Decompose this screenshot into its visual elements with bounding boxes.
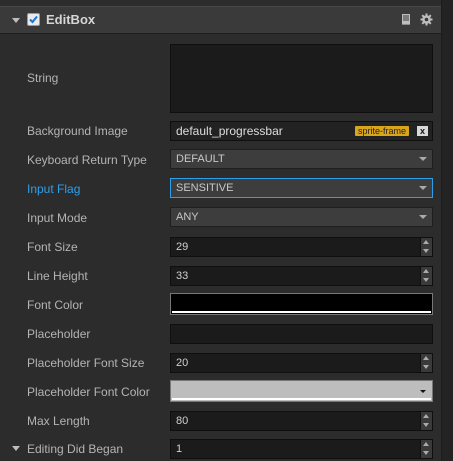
placeholder-font-color-swatch[interactable] [170,380,433,402]
placeholder-font-size-value: 20 [176,357,189,369]
max-length-label: Max Length [27,414,90,428]
placeholder-font-color-label: Placeholder Font Color [27,385,150,399]
input-mode-value: ANY [176,211,199,223]
background-image-asset-field[interactable]: default_progressbar sprite-frame x [170,121,433,141]
stepper-up-icon[interactable] [423,356,429,360]
placeholder-font-size-label: Placeholder Font Size [27,356,145,370]
stepper-up-icon[interactable] [423,240,429,244]
enabled-checkbox[interactable] [27,13,40,26]
chevron-down-icon [420,390,426,393]
collapse-arrow-icon[interactable] [12,18,20,23]
stepper-down-icon[interactable] [423,451,429,455]
stepper-up-icon[interactable] [423,414,429,418]
component-header[interactable]: EditBox [0,6,441,34]
gear-icon[interactable] [420,13,433,29]
expand-arrow-icon[interactable] [12,446,20,451]
font-color-swatch[interactable] [170,293,433,315]
background-image-value: default_progressbar [176,124,283,138]
max-length-value: 80 [176,415,189,427]
keyboard-return-type-label: Keyboard Return Type [27,153,147,167]
vertical-scrollbar[interactable] [441,0,453,461]
placeholder-input[interactable] [170,324,433,344]
background-image-label: Background Image [27,124,128,138]
chevron-down-icon [419,186,427,190]
string-label: String [27,71,59,85]
alpha-bar [172,311,431,313]
input-flag-value: SENSITIVE [176,182,234,194]
editing-did-began-value: 1 [176,443,183,455]
input-flag-label: Input Flag [27,182,81,196]
keyboard-return-type-value: DEFAULT [176,153,225,165]
inspector-panel: EditBox String Background Image default_… [0,0,441,461]
stepper-down-icon[interactable] [423,278,429,282]
placeholder-font-size-stepper[interactable] [420,354,432,372]
help-book-icon[interactable] [400,13,412,29]
string-textarea[interactable] [170,44,433,113]
stepper-down-icon[interactable] [423,249,429,253]
editing-did-began-label: Editing Did Began [27,442,124,456]
font-color-label: Font Color [27,298,84,312]
keyboard-return-type-select[interactable]: DEFAULT [170,149,433,169]
line-height-value: 33 [176,270,189,282]
chevron-down-icon [419,157,427,161]
component-title: EditBox [46,12,96,27]
max-length-stepper[interactable] [420,412,432,430]
alpha-bar [172,398,431,400]
stepper-down-icon[interactable] [423,365,429,369]
font-size-value: 29 [176,241,189,253]
placeholder-font-size-input[interactable]: 20 [170,353,433,373]
chevron-down-icon [419,215,427,219]
stepper-up-icon[interactable] [423,269,429,273]
input-mode-select[interactable]: ANY [170,207,433,227]
input-flag-select[interactable]: SENSITIVE [170,178,433,198]
line-height-input[interactable]: 33 [170,266,433,286]
placeholder-label: Placeholder [27,327,91,341]
clear-asset-button[interactable]: x [417,126,428,136]
editing-did-began-input[interactable]: 1 [170,439,433,459]
stepper-down-icon[interactable] [423,423,429,427]
font-size-input[interactable]: 29 [170,237,433,257]
font-size-stepper[interactable] [420,238,432,256]
font-size-label: Font Size [27,240,78,254]
input-mode-label: Input Mode [27,211,88,225]
line-height-stepper[interactable] [420,267,432,285]
max-length-input[interactable]: 80 [170,411,433,431]
editing-did-began-stepper[interactable] [420,440,432,458]
sprite-frame-tag: sprite-frame [355,126,410,136]
line-height-label: Line Height [27,269,88,283]
stepper-up-icon[interactable] [423,442,429,446]
